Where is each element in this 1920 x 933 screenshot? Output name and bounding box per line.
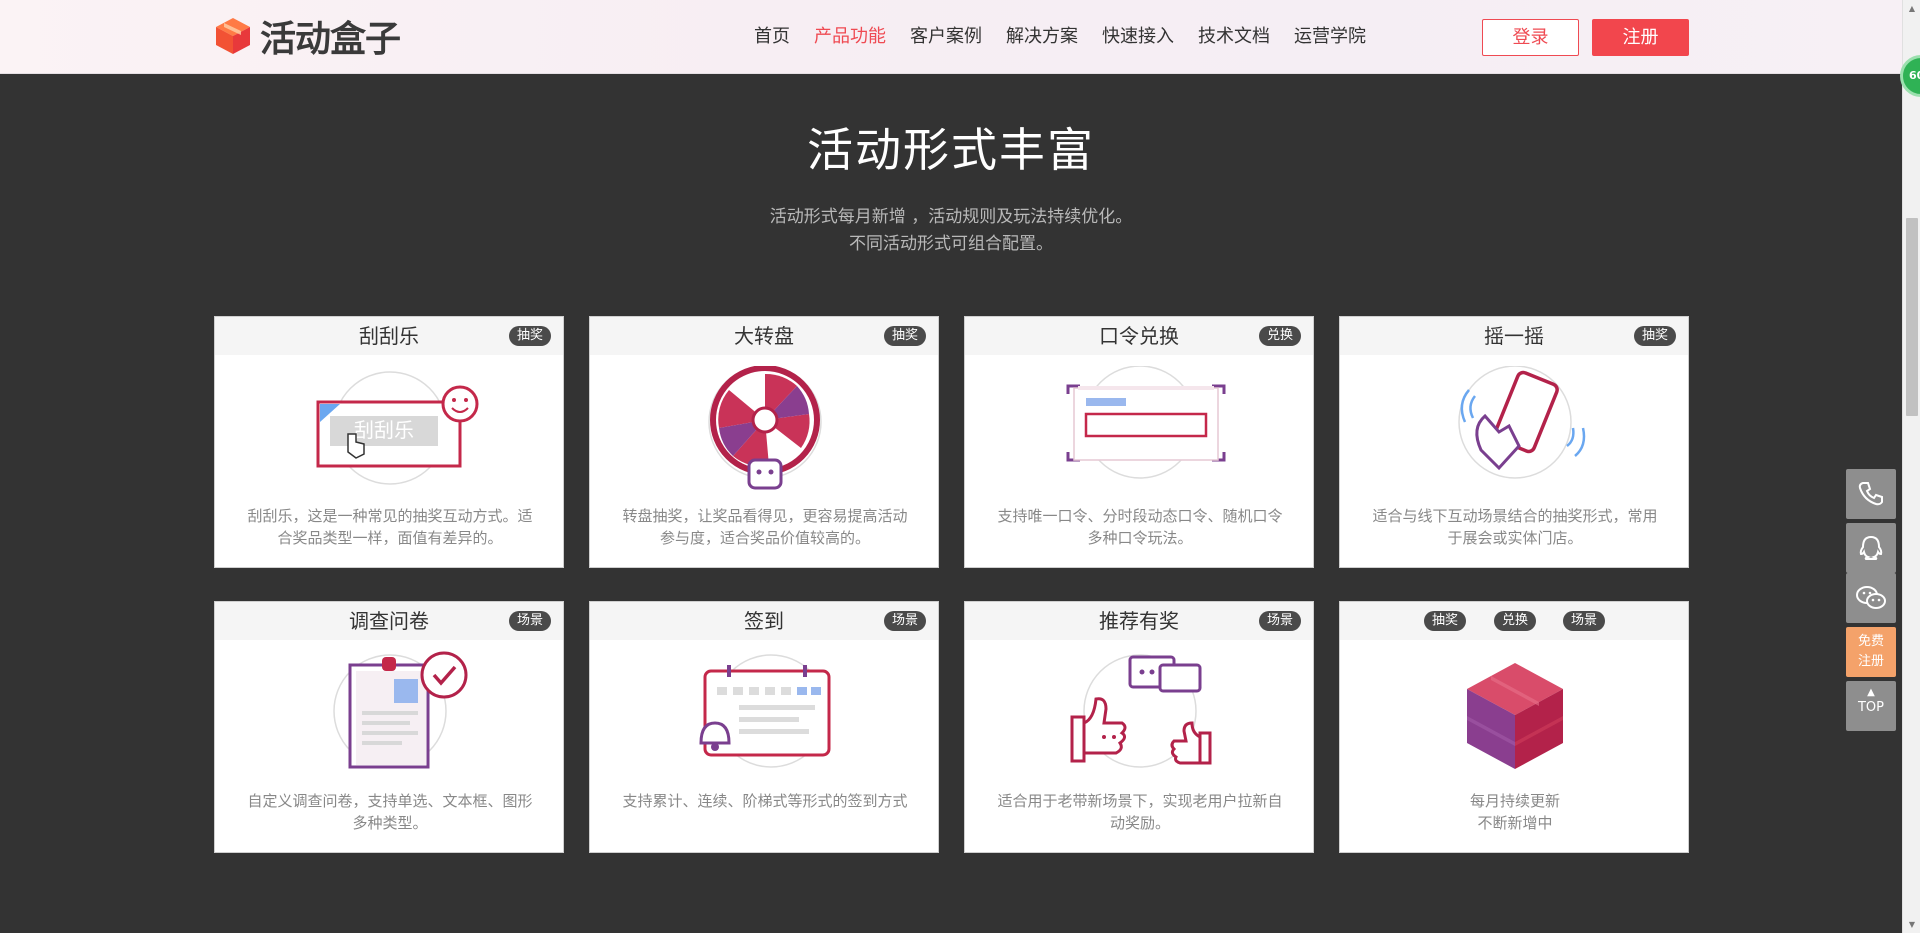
scratch-icon-label: 刮刮乐 — [354, 418, 414, 442]
logo-text: 活动盒子 — [260, 19, 401, 60]
nav-home[interactable]: 首页 — [754, 22, 790, 52]
card-tag-lottery: 抽奖 — [1424, 611, 1467, 631]
nav-academy[interactable]: 运营学院 — [1294, 22, 1366, 52]
card-tag: 抽奖 — [883, 326, 926, 346]
desc-line-1: 每月持续更新 — [1469, 792, 1560, 810]
card-tag: 场景 — [883, 611, 926, 631]
nav-quick-start[interactable]: 快速接入 — [1102, 22, 1174, 52]
card-code[interactable]: 口令兑换 兑换 支持唯一口令、分时段动态口令、随机口令多种口令玩法。 — [964, 316, 1314, 568]
subtitle-line-2: 不同活动形式可组合配置。 — [849, 234, 1053, 254]
logo-cube-icon — [216, 18, 250, 54]
page-scrollbar[interactable]: ▲ ▼ — [1902, 0, 1920, 933]
card-tag-scene: 场景 — [1563, 611, 1606, 631]
section-title: 活动形式丰富 — [807, 123, 1095, 177]
scroll-up-arrow-icon[interactable]: ▲ — [1903, 0, 1920, 17]
card-tag-exchange: 兑换 — [1494, 611, 1537, 631]
card-desc: 自定义调查问卷，支持单选、文本框、图形多种类型。 — [247, 792, 533, 832]
arrow-up-icon: ▲ — [1867, 687, 1875, 698]
wechat-icon — [1856, 586, 1886, 609]
card-survey[interactable]: 调查问卷 场景 自定义调查问卷，支持单选、文本框、图形多种类型。 — [214, 601, 564, 853]
scratch-card-icon: 刮刮乐 — [316, 371, 479, 485]
card-tag: 场景 — [508, 611, 551, 631]
card-wheel[interactable]: 大转盘 抽奖 转盘抽奖，让奖品看得见，更容易提高活动参与度，适合奖品价值较高的。 — [589, 316, 939, 568]
qq-icon — [1859, 535, 1883, 560]
calendar-checkin-icon — [699, 654, 831, 768]
free-line-1: 免费 — [1857, 634, 1884, 649]
scroll-thumb[interactable] — [1906, 218, 1918, 416]
card-desc: 适合用于老带新场景下，实现老用户拉新自动奖励。 — [997, 792, 1283, 832]
card-tag: 场景 — [1258, 611, 1301, 631]
scroll-down-arrow-icon[interactable]: ▼ — [1903, 916, 1920, 933]
card-more[interactable]: 抽奖 兑换 场景 每月持续更新 不断新增中 — [1339, 601, 1689, 853]
wechat-button[interactable] — [1846, 573, 1896, 623]
card-desc: 适合与线下互动场景结合的抽奖形式，常用于展会或实体门店。 — [1372, 507, 1658, 547]
card-desc: 刮刮乐，这是一种常见的抽奖互动方式。适合奖品类型一样，面值有差异的。 — [247, 507, 533, 547]
nav-solutions[interactable]: 解决方案 — [1006, 22, 1078, 52]
card-desc: 支持累计、连续、阶梯式等形式的签到方式 — [622, 792, 908, 810]
free-register-button[interactable]: 免费 注册 — [1846, 627, 1896, 677]
card-desc: 支持唯一口令、分时段动态口令、随机口令多种口令玩法。 — [997, 507, 1283, 547]
card-header: 大转盘 抽奖 — [590, 317, 938, 355]
card-tag: 兑换 — [1258, 326, 1301, 346]
card-scratch[interactable]: 刮刮乐 抽奖 刮刮乐 刮刮乐，这是一种常见的抽奖互动方式。适合奖品类型一样，面值… — [214, 316, 564, 568]
card-checkin[interactable]: 签到 场景 支持累计、连续、阶梯式等形式的签到方式 — [589, 601, 939, 853]
referral-icon — [1070, 654, 1212, 768]
card-tag: 抽奖 — [508, 326, 551, 346]
card-referral[interactable]: 推荐有奖 场景 适合用于老带新场景下，实现老用户拉新自动奖励。 — [964, 601, 1314, 853]
top-label: TOP — [1857, 700, 1884, 715]
card-header: 刮刮乐 抽奖 — [215, 317, 563, 355]
nav-features[interactable]: 产品功能 — [814, 22, 886, 52]
code-input-icon — [1066, 366, 1226, 479]
logo[interactable]: 活动盒子 — [214, 14, 401, 60]
card-desc: 每月持续更新 不断新增中 — [1368, 790, 1662, 834]
card-header: 调查问卷 场景 — [215, 602, 563, 640]
card-header: 抽奖 兑换 场景 — [1340, 602, 1688, 640]
card-desc: 转盘抽奖，让奖品看得见，更容易提高活动参与度，适合奖品价值较高的。 — [622, 507, 908, 547]
card-tag: 抽奖 — [1633, 326, 1676, 346]
site-header: 活动盒子 首页 产品功能 客户案例 解决方案 快速接入 技术文档 运营学院 登录… — [0, 0, 1902, 74]
nav-docs[interactable]: 技术文档 — [1198, 22, 1270, 52]
login-button[interactable]: 登录 — [1482, 19, 1579, 56]
card-header: 推荐有奖 场景 — [965, 602, 1313, 640]
nav-cases[interactable]: 客户案例 — [910, 22, 982, 52]
section-subtitle: 活动形式每月新增 ，活动规则及玩法持续优化。 不同活动形式可组合配置。 — [0, 204, 1902, 258]
phone-icon — [1858, 482, 1883, 506]
free-line-2: 注册 — [1857, 654, 1884, 669]
card-header: 摇一摇 抽奖 — [1340, 317, 1688, 355]
desc-line-2: 不断新增中 — [1477, 814, 1553, 832]
card-header: 口令兑换 兑换 — [965, 317, 1313, 355]
back-to-top-button[interactable]: ▲ TOP — [1846, 681, 1896, 731]
card-header: 签到 场景 — [590, 602, 938, 640]
qq-button[interactable] — [1846, 523, 1896, 573]
register-button[interactable]: 注册 — [1592, 19, 1689, 56]
cube-icon — [1467, 663, 1563, 769]
survey-icon — [333, 651, 468, 769]
card-shake[interactable]: 摇一摇 抽奖 适合与线下互动场景结合的抽奖形式，常用于展会或实体门店。 — [1339, 316, 1689, 568]
phone-button[interactable] — [1846, 469, 1896, 519]
subtitle-line-1: 活动形式每月新增 ，活动规则及玩法持续优化。 — [769, 207, 1133, 227]
main-nav: 首页 产品功能 客户案例 解决方案 快速接入 技术文档 运营学院 — [754, 22, 1390, 52]
wheel-icon — [708, 366, 822, 490]
shake-phone-icon — [1458, 366, 1586, 479]
